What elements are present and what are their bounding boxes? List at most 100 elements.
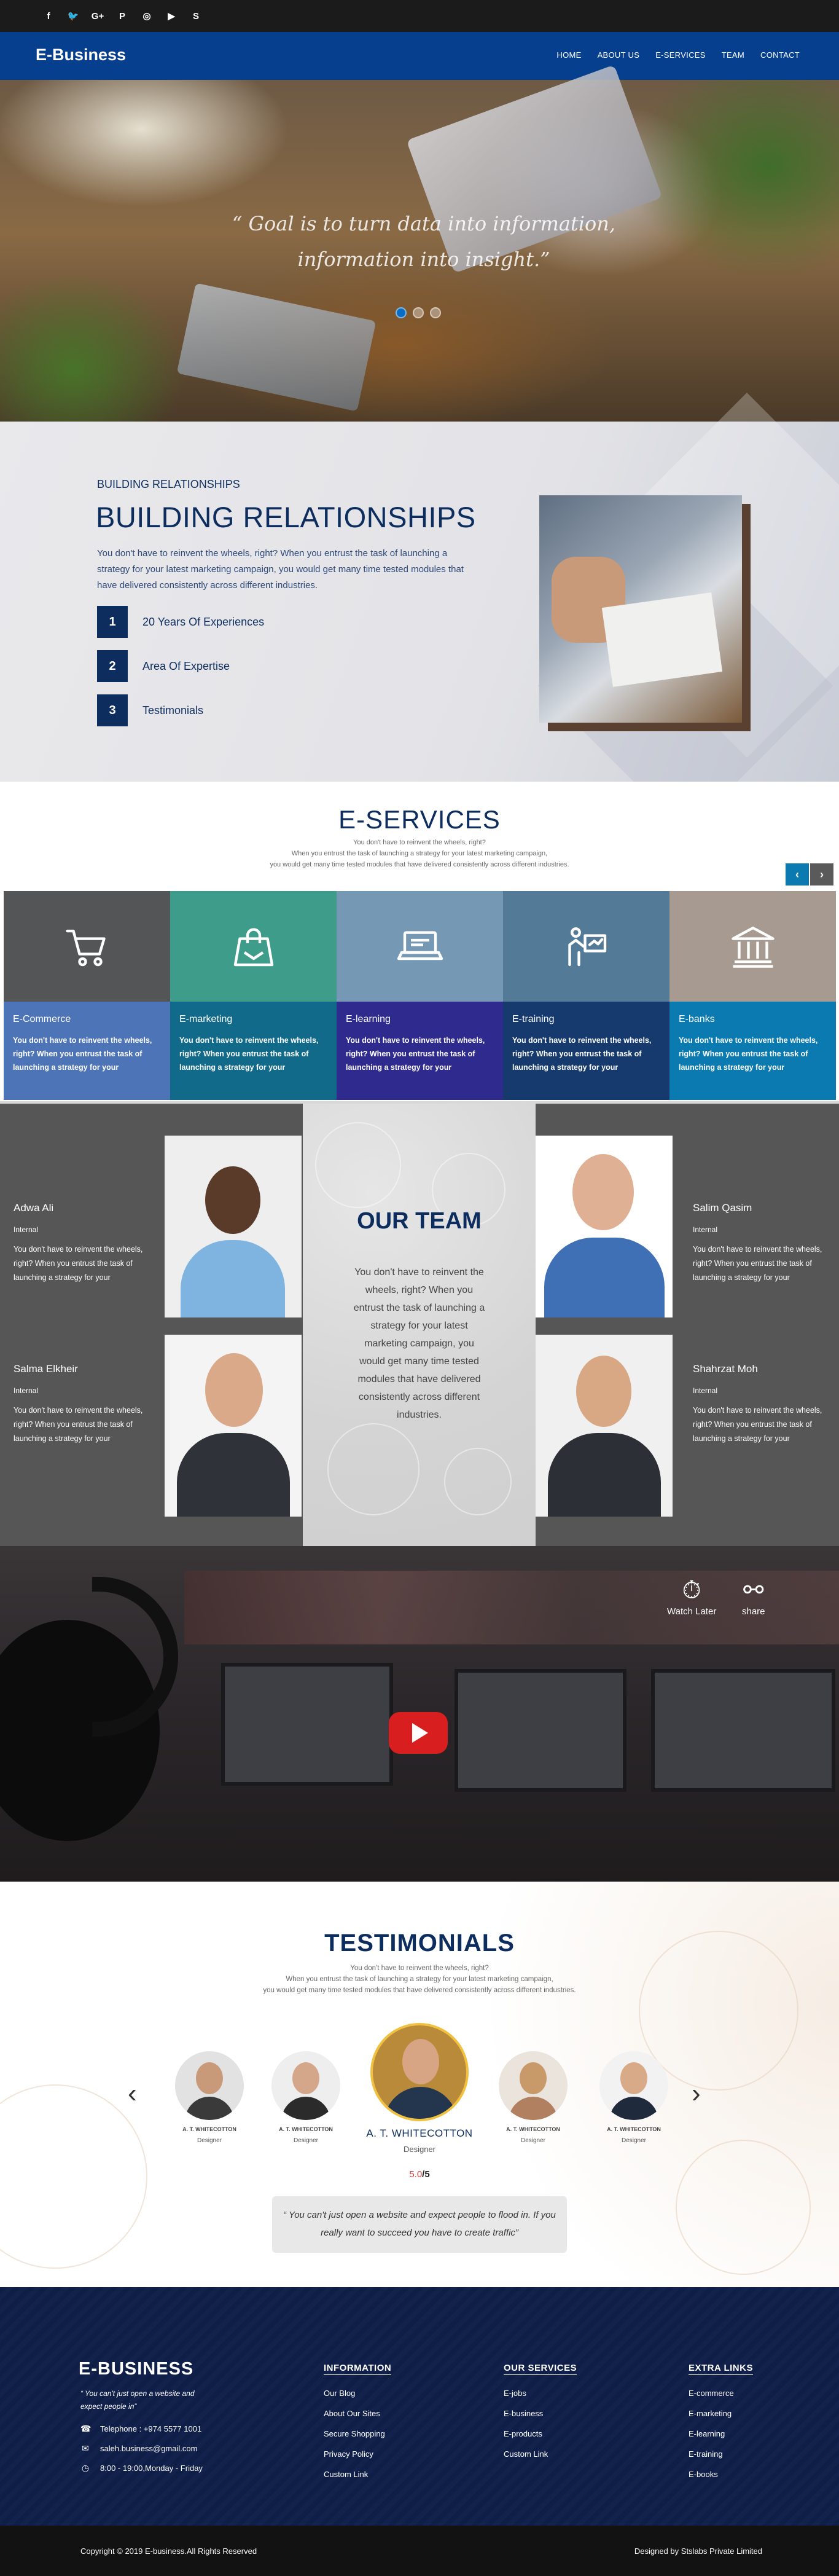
person-name: A. T. WHITECOTTON [607, 2126, 661, 2132]
testimonial-quote: “ You can't just open a website and expe… [272, 2196, 567, 2253]
clock-icon: ◷ [81, 2463, 90, 2473]
team-member-info: Salma Elkheir Internal You don't have to… [14, 1363, 155, 1446]
service-description: You don't have to reinvent the wheels, r… [679, 1036, 818, 1072]
footer-link[interactable]: About Our Sites [324, 2409, 391, 2429]
nav-team[interactable]: TEAM [722, 50, 744, 60]
testimonial-person[interactable]: A. T. WHITECOTTON Designer [263, 2051, 349, 2144]
slider-dot-2[interactable] [413, 307, 424, 318]
footer-link[interactable]: E-products [504, 2429, 577, 2449]
person-role: Designer [403, 2145, 436, 2154]
nav-about-us[interactable]: ABOUT US [598, 50, 640, 60]
pinterest-icon[interactable]: P [114, 9, 130, 25]
footer-link[interactable]: E-books [689, 2470, 753, 2490]
footer-column-title: EXTRA LINKS [689, 2363, 753, 2375]
member-role: Internal [693, 1386, 718, 1395]
headphones-image [92, 1577, 178, 1737]
footer-link[interactable]: E-marketing [689, 2409, 753, 2429]
email-text: saleh.business@gmail.com [100, 2444, 198, 2453]
member-name: Salim Qasim [693, 1202, 752, 1214]
team-member-info: Adwa Ali Internal You don't have to rein… [14, 1202, 155, 1285]
footer-phone[interactable]: ☎ Telephone : +974 5577 1001 [80, 2424, 201, 2434]
brand-logo[interactable]: E-Business [36, 45, 126, 65]
footer-link[interactable]: Privacy Policy [324, 2449, 391, 2470]
person-name: A. T. WHITECOTTON [506, 2126, 560, 2132]
testimonial-person[interactable]: A. T. WHITECOTTON Designer [166, 2051, 252, 2144]
member-description: You don't have to reinvent the wheels, r… [693, 1406, 822, 1443]
footer-column-information: INFORMATION Our Blog About Our Sites Sec… [324, 2363, 392, 2490]
service-card-e-commerce[interactable]: E-Commerce You don't have to reinvent th… [4, 891, 170, 1100]
service-description: You don't have to reinvent the wheels, r… [179, 1036, 319, 1072]
footer-link[interactable]: E-jobs [504, 2389, 577, 2409]
service-description: You don't have to reinvent the wheels, r… [512, 1036, 652, 1072]
copyright-bar: Copyright © 2019 E-business.All Rights R… [0, 2526, 839, 2576]
nav-contact[interactable]: CONTACT [760, 50, 800, 60]
service-card-e-marketing[interactable]: E-marketing You don't have to reinvent t… [170, 891, 337, 1100]
service-card-e-banks[interactable]: E-banks You don't have to reinvent the w… [669, 891, 836, 1100]
photo-paper [601, 592, 723, 687]
navbar: E-Business HOME ABOUT US E-SERVICES TEAM… [0, 32, 839, 80]
footer-link[interactable]: Custom Link [324, 2470, 391, 2490]
footer-link[interactable]: Our Blog [324, 2389, 391, 2409]
rating-value: 5.0 [409, 2169, 423, 2180]
twitter-icon[interactable]: 🐦 [65, 9, 81, 25]
testimonial-person[interactable]: A. T. WHITECOTTON Designer [490, 2051, 576, 2144]
service-card-e-training[interactable]: E-training You don't have to reinvent th… [503, 891, 669, 1100]
service-icon-area [170, 891, 337, 1002]
avatar [599, 2051, 668, 2120]
section-subtitle: you would get many time tested modules t… [263, 1987, 576, 1994]
shopping-bag-icon [233, 928, 273, 967]
slider-dot-3[interactable] [430, 307, 441, 318]
carousel-prev-button[interactable]: ‹ [786, 863, 809, 886]
footer-link[interactable]: E-training [689, 2449, 753, 2470]
item-number: 3 [97, 694, 128, 726]
page: f 🐦 G+ P ◎ ▶ S E-Business HOME ABOUT US … [0, 0, 839, 2576]
service-icon-area [337, 891, 503, 1002]
footer-link[interactable]: Secure Shopping [324, 2429, 391, 2449]
testimonial-person[interactable]: A. T. WHITECOTTON Designer [591, 2051, 677, 2144]
service-card-e-learning[interactable]: E-learning You don't have to reinvent th… [337, 891, 503, 1100]
member-photo[interactable] [165, 1136, 302, 1317]
youtube-play-button[interactable] [389, 1712, 448, 1754]
member-photo[interactable] [536, 1335, 673, 1517]
testimonial-next-button[interactable]: › [692, 2078, 701, 2109]
share-button[interactable]: ⚯ share [742, 1574, 765, 1617]
social-bar: f 🐦 G+ P ◎ ▶ S [0, 0, 839, 32]
youtube-icon[interactable]: ▶ [163, 9, 179, 25]
item-label: Testimonials [142, 704, 204, 717]
watch-later-label: Watch Later [667, 1606, 717, 1617]
nav-home[interactable]: HOME [556, 50, 581, 60]
person-role: Designer [621, 2137, 647, 2144]
section-title: E-SERVICES [338, 805, 501, 834]
designed-by-text: Designed by Stslabs Private Limited [634, 2547, 762, 2556]
google-plus-icon[interactable]: G+ [90, 9, 106, 25]
list-item[interactable]: 1 20 Years Of Experiences [97, 606, 264, 638]
footer-email[interactable]: ✉ saleh.business@gmail.com [80, 2443, 197, 2454]
instagram-icon[interactable]: ◎ [139, 9, 155, 25]
footer-link[interactable]: E-business [504, 2409, 577, 2429]
person-name: A. T. WHITECOTTON [279, 2126, 333, 2132]
avatar [271, 2051, 340, 2120]
list-item[interactable]: 2 Area Of Expertise [97, 650, 264, 682]
service-name: E-Commerce [13, 1014, 71, 1024]
list-item[interactable]: 3 Testimonials [97, 694, 264, 726]
nav-e-services[interactable]: E-SERVICES [655, 50, 706, 60]
member-photo[interactable] [165, 1335, 302, 1517]
member-photo[interactable] [536, 1136, 673, 1317]
relationships-section: BUILDING RELATIONSHIPS BUILDING RELATION… [0, 393, 839, 834]
footer-link[interactable]: E-commerce [689, 2389, 753, 2409]
facebook-icon[interactable]: f [41, 9, 57, 25]
services-row: E-Commerce You don't have to reinvent th… [4, 891, 836, 1100]
slider-dot-1[interactable] [396, 307, 407, 318]
testimonial-person-featured[interactable]: A. T. WHITECOTTON Designer [361, 2023, 478, 2154]
watch-later-button[interactable]: ⏱ Watch Later [667, 1574, 716, 1617]
carousel-next-button[interactable]: › [810, 863, 833, 886]
footer-link[interactable]: E-learning [689, 2429, 753, 2449]
section-subtitle: When you entrust the task of launching a… [286, 1976, 553, 1983]
footer-brand: E-BUSINESS [79, 2359, 194, 2379]
testimonials-section: TESTIMONIALS You don't have to reinvent … [0, 1882, 839, 2287]
skype-icon[interactable]: S [188, 9, 204, 25]
footer-tagline: “ You can't just open a website and expe… [80, 2389, 195, 2411]
play-icon [412, 1723, 428, 1743]
testimonial-prev-button[interactable]: ‹ [128, 2078, 137, 2109]
footer-link[interactable]: Custom Link [504, 2449, 577, 2470]
